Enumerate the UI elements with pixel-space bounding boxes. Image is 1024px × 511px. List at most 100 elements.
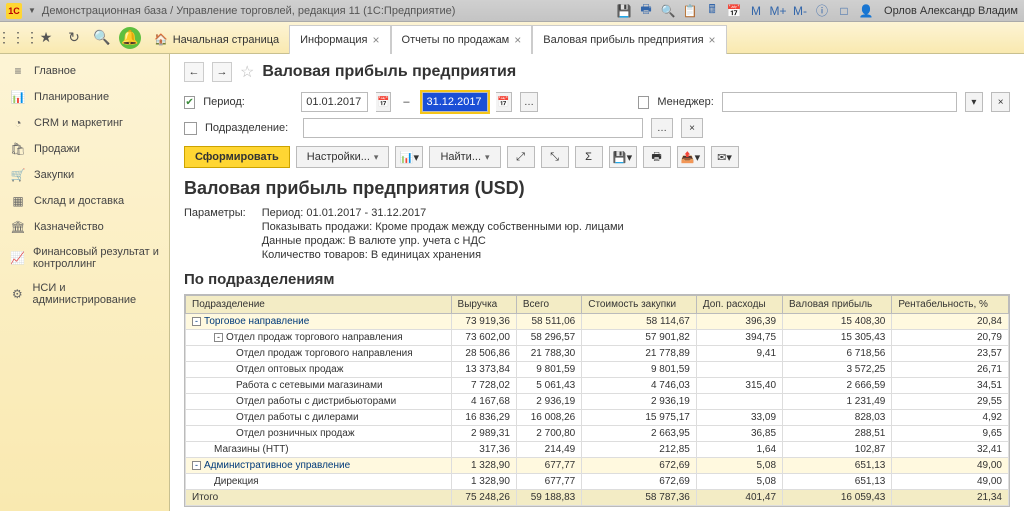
cell-value: 15 408,30 [783, 314, 892, 330]
column-header[interactable]: Рентабельность, % [892, 296, 1009, 314]
manager-checkbox[interactable] [638, 96, 649, 109]
table-row[interactable]: -Административное управление1 328,90677,… [186, 458, 1009, 474]
tab-sales-reports[interactable]: Отчеты по продажам × [391, 25, 533, 54]
cell-value: 21 778,89 [582, 346, 697, 362]
print-report-icon[interactable]: 🖶 [643, 146, 671, 168]
sidebar-item-sales[interactable]: 🛍Продажи [0, 136, 169, 162]
sidebar-item-admin[interactable]: ⚙НСИ и администрирование [0, 276, 169, 312]
close-icon[interactable]: × [709, 33, 716, 47]
collapse-icon[interactable]: ⤡ [541, 146, 569, 168]
dept-checkbox[interactable] [184, 122, 197, 135]
sidebar-item-treasury[interactable]: 🏛Казначейство [0, 214, 169, 240]
back-button[interactable]: ← [184, 62, 204, 82]
dept-input[interactable] [303, 118, 643, 138]
period-checkbox[interactable] [184, 96, 195, 109]
calc-icon[interactable]: 🖩 [704, 3, 720, 19]
sidebar-item-crm[interactable]: ◔CRM и маркетинг [0, 110, 169, 136]
table-row[interactable]: Дирекция1 328,90677,77672,695,08651,1349… [186, 474, 1009, 490]
table-row[interactable]: Отдел розничных продаж2 989,312 700,802 … [186, 426, 1009, 442]
cell-value: 33,09 [696, 410, 782, 426]
print-icon[interactable]: 🖶 [638, 3, 654, 19]
sum-icon[interactable]: Σ [575, 146, 603, 168]
table-row[interactable]: Отдел работы с дистрибьюторами4 167,682 … [186, 394, 1009, 410]
date-from-input[interactable]: 01.01.2017 [301, 92, 368, 112]
help-icon[interactable]: ⓘ [814, 3, 830, 19]
forward-button[interactable]: → [212, 62, 232, 82]
table-row[interactable]: Отдел работы с дилерами16 836,2916 008,2… [186, 410, 1009, 426]
expander-icon[interactable]: - [214, 333, 223, 342]
column-header[interactable]: Всего [516, 296, 581, 314]
manager-dropdown-button[interactable]: ▾ [965, 92, 984, 112]
column-header[interactable]: Выручка [451, 296, 516, 314]
copy-icon[interactable]: 📋 [682, 3, 698, 19]
column-header[interactable]: Валовая прибыль [783, 296, 892, 314]
cell-value: 20,84 [892, 314, 1009, 330]
window-icon[interactable]: □ [836, 3, 852, 19]
email-report-icon[interactable]: ✉▾ [711, 146, 739, 168]
style-m-icon[interactable]: M [748, 3, 764, 19]
notifications-icon[interactable]: 🔔 [119, 27, 141, 49]
manager-input[interactable] [722, 92, 957, 112]
cell-value: 651,13 [783, 474, 892, 490]
sidebar-item-main[interactable]: ≡Главное [0, 58, 169, 84]
expander-icon[interactable]: - [192, 317, 201, 326]
tab-info[interactable]: Информация × [289, 25, 390, 54]
column-header[interactable]: Стоимость закупки [582, 296, 697, 314]
column-header[interactable]: Доп. расходы [696, 296, 782, 314]
period-choose-button[interactable]: … [520, 92, 539, 112]
save-report-icon[interactable]: 💾▾ [609, 146, 637, 168]
close-icon[interactable]: × [373, 33, 380, 47]
form-button[interactable]: Сформировать [184, 146, 290, 168]
dept-clear-button[interactable]: × [681, 118, 703, 138]
apps-icon[interactable]: ⋮⋮⋮ [4, 24, 32, 52]
table-row[interactable]: Отдел оптовых продаж13 373,849 801,599 8… [186, 362, 1009, 378]
tab-home[interactable]: 🏠 Начальная страница [144, 25, 289, 54]
user-name[interactable]: Орлов Александр Владим [880, 5, 1018, 17]
chart-icon: 📊 [10, 90, 26, 104]
table-row[interactable]: Работа с сетевыми магазинами7 728,025 06… [186, 378, 1009, 394]
settings-button[interactable]: Настройки... [296, 146, 390, 168]
chart-view-icon[interactable]: 📊▾ [395, 146, 423, 168]
cell-value: 102,87 [783, 442, 892, 458]
cell-value: 29,55 [892, 394, 1009, 410]
style-m-minus-icon[interactable]: M- [792, 3, 808, 19]
sidebar-item-warehouse[interactable]: ▦Склад и доставка [0, 188, 169, 214]
export-report-icon[interactable]: 📤▾ [677, 146, 705, 168]
table-row[interactable]: Отдел продаж торгового направления28 506… [186, 346, 1009, 362]
expander-icon[interactable]: - [192, 461, 201, 470]
calendar-to-icon[interactable]: 📅 [496, 92, 511, 112]
style-m-plus-icon[interactable]: M+ [770, 3, 786, 19]
calendar-icon[interactable]: 📅 [726, 3, 742, 19]
date-to-input[interactable]: 31.12.2017 [422, 92, 489, 112]
save-icon[interactable]: 💾 [616, 3, 632, 19]
table-row[interactable]: Магазины (НТТ)317,36214,49212,851,64102,… [186, 442, 1009, 458]
find-button[interactable]: Найти... [429, 146, 500, 168]
sidebar-item-finance[interactable]: 📈Финансовый результат и контроллинг [0, 240, 169, 276]
preview-icon[interactable]: 🔍 [660, 3, 676, 19]
report-grid[interactable]: ПодразделениеВыручкаВсегоСтоимость закуп… [184, 294, 1010, 507]
column-header[interactable]: Подразделение [186, 296, 452, 314]
cell-value: 2 666,59 [783, 378, 892, 394]
close-icon[interactable]: × [514, 33, 521, 47]
tab-gross-profit[interactable]: Валовая прибыль предприятия × [532, 25, 726, 54]
titlebar-menu-icon[interactable]: ▼ [28, 6, 36, 15]
sidebar-item-purchases[interactable]: 🛒Закупки [0, 162, 169, 188]
cell-value: 4,92 [892, 410, 1009, 426]
cell-value: 58 787,36 [582, 490, 697, 506]
search-icon[interactable]: 🔍 [88, 24, 116, 52]
table-row[interactable]: -Торговое направление73 919,3658 511,065… [186, 314, 1009, 330]
param-line: Период: 01.01.2017 - 31.12.2017 [262, 207, 624, 219]
row-name: -Торговое направление [186, 314, 452, 330]
favorite-icon[interactable]: ★ [32, 24, 60, 52]
row-name: -Административное управление [186, 458, 452, 474]
calendar-from-icon[interactable]: 📅 [376, 92, 391, 112]
expand-icon[interactable]: ⤢ [507, 146, 535, 168]
history-icon[interactable]: ↻ [60, 24, 88, 52]
section-title: По подразделениям [184, 271, 1010, 288]
star-icon[interactable]: ☆ [240, 62, 254, 82]
cell-value: 1 328,90 [451, 474, 516, 490]
dept-choose-button[interactable]: … [651, 118, 673, 138]
sidebar-item-planning[interactable]: 📊Планирование [0, 84, 169, 110]
table-row[interactable]: -Отдел продаж торгового направления73 60… [186, 330, 1009, 346]
manager-clear-button[interactable]: × [991, 92, 1010, 112]
